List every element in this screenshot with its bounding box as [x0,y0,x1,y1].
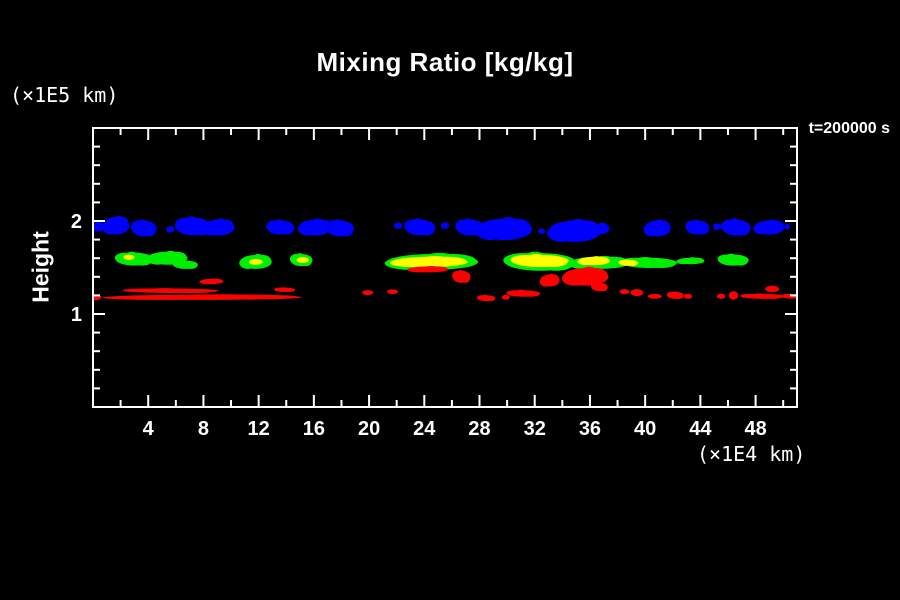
x-tick-label: 24 [413,418,436,440]
x-tick-label: 8 [198,418,209,440]
x-tick-label: 4 [143,418,155,440]
x-tick-label: 40 [634,418,656,440]
contour-level-blue [92,215,790,241]
y-tick-label: 2 [71,211,82,233]
x-tick-label: 36 [579,418,601,440]
x-tick-label: 32 [524,418,546,440]
contour-level-red [90,266,801,301]
x-tick-label: 44 [689,418,712,440]
plot-window: Mixing Ratio [kg/kg] (×1E5 km) t=200000 … [0,0,900,600]
contour-plot-canvas: 481216202428323640444812 [0,0,900,600]
y-tick-label: 1 [71,304,82,326]
x-tick-label: 16 [303,418,325,440]
x-tick-label: 12 [248,418,270,440]
x-tick-label: 48 [744,418,766,440]
x-tick-label: 28 [468,418,490,440]
x-tick-label: 20 [358,418,380,440]
contour-field [90,215,801,301]
